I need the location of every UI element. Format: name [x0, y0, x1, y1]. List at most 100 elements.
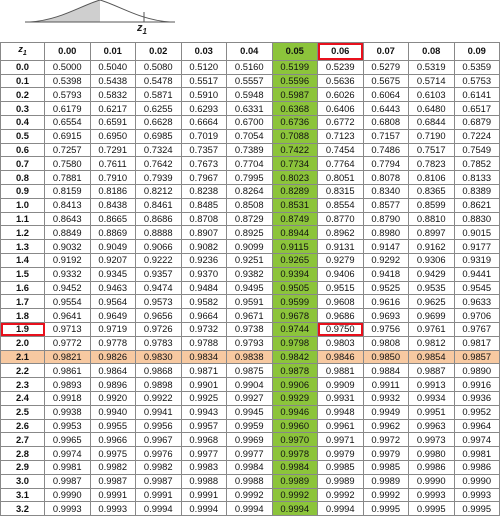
table-cell: 0.9952	[453, 404, 500, 420]
table-cell: 0.9953	[44, 418, 91, 434]
table-cell: 0.8686	[135, 211, 182, 227]
table-cell: 0.9279	[317, 253, 364, 268]
table-cell: 0.9838	[226, 349, 273, 365]
table-cell: 0.9633	[453, 294, 500, 310]
table-cell: 0.6331	[226, 101, 273, 117]
table-row: 2.4 0.9918 0.9920 0.9922 0.9925 0.9927 0.9929 0…	[0, 391, 500, 406]
table-cell: 0.9995	[408, 501, 455, 516]
table-cell: 0.9948	[317, 404, 364, 420]
table-cell: 0.9943	[180, 404, 227, 420]
table-cell: 0.8078	[362, 170, 409, 186]
table-cell: 0.9817	[453, 335, 500, 351]
table-cell: 0.8289	[271, 184, 318, 199]
table-cell: 0.5596	[271, 73, 318, 89]
row-label: 1.6	[0, 280, 45, 296]
table-cell: 0.9982	[135, 459, 182, 475]
table-cell: 0.9803	[317, 335, 364, 351]
table-cell: 0.7734	[271, 156, 318, 172]
table-cell: 0.5120	[180, 59, 227, 75]
table-cell: 0.9927	[226, 391, 273, 406]
table-row: 0.5 0.6915 0.6950 0.6985 0.7019 0.7054 0.7088 0…	[0, 128, 500, 144]
table-cell: 0.9982	[89, 459, 136, 475]
table-cell: 0.8810	[408, 211, 455, 227]
table-cell: 0.6064	[362, 87, 409, 103]
table-row: 2.7 0.9965 0.9966 0.9967 0.9968 0.9969 0.9970 0…	[0, 432, 500, 448]
table-cell: 0.9778	[89, 335, 136, 351]
table-cell: 0.9968	[180, 432, 227, 448]
table-cell: 0.7549	[453, 142, 500, 158]
row-label: 2.2	[0, 363, 45, 379]
table-row: 2.8 0.9974 0.9975 0.9976 0.9977 0.9977 0.9978 0…	[0, 446, 500, 461]
row-label: 0.0	[0, 59, 45, 75]
table-cell: 0.9987	[89, 473, 136, 489]
table-cell: 0.9976	[135, 446, 182, 461]
column-header: 0.02	[135, 42, 182, 61]
corner-label-sub: 1	[22, 49, 27, 57]
table-row: 0.3 0.6179 0.6217 0.6255 0.6293 0.6331 0.6368 0…	[0, 101, 500, 117]
table-cell: 0.7704	[226, 156, 273, 172]
table-cell: 0.9949	[362, 404, 409, 420]
table-cell: 0.8997	[408, 225, 455, 241]
table-cell: 0.9582	[180, 294, 227, 310]
table-cell: 0.9881	[317, 363, 364, 379]
column-header-highlighted: 0.05	[271, 42, 318, 61]
table-row: 1.3 0.9032 0.9049 0.9066 0.9082 0.9099 0.9115 0…	[0, 239, 500, 255]
table-cell: 0.8238	[180, 184, 227, 199]
table-cell: 0.7910	[89, 170, 136, 186]
row-label: 0.7	[0, 156, 45, 172]
table-cell: 0.9994	[180, 501, 227, 516]
table-cell: 0.9938	[44, 404, 91, 420]
table-cell: 0.9573	[135, 294, 182, 310]
table-cell: 0.9985	[317, 459, 364, 475]
table-cell: 0.9995	[453, 501, 500, 516]
normal-curve-figure	[25, 0, 175, 23]
table-cell: 0.9970	[271, 432, 318, 448]
table-cell: 0.8023	[271, 170, 318, 186]
table-cell: 0.9901	[180, 377, 227, 392]
table-cell: 0.9418	[362, 266, 409, 282]
table-cell: 0.6985	[135, 128, 182, 144]
table-cell: 0.6480	[408, 101, 455, 117]
table-cell: 0.9015	[453, 225, 500, 241]
table-cell: 0.5080	[135, 59, 182, 75]
row-label: 2.0	[0, 335, 45, 351]
table-cell: 0.9265	[271, 253, 318, 268]
table-cell: 0.9788	[180, 335, 227, 351]
row-label: 2.4	[0, 391, 45, 406]
table-cell: 0.9382	[226, 266, 273, 282]
table-cell: 0.7088	[271, 128, 318, 144]
table-cell: 0.9370	[180, 266, 227, 282]
table-cell: 0.9959	[226, 418, 273, 434]
table-cell: 0.9406	[317, 266, 364, 282]
table-cell: 0.9967	[135, 432, 182, 448]
table-cell: 0.9821	[44, 349, 91, 365]
table-cell: 0.9978	[271, 446, 318, 461]
table-cell: 0.7019	[180, 128, 227, 144]
table-cell: 0.7642	[135, 156, 182, 172]
table-cell: 0.9960	[271, 418, 318, 434]
table-cell: 0.9719	[89, 322, 136, 337]
table-cell: 0.9798	[271, 335, 318, 351]
table-row: 1.9 0.9713 0.9719 0.9726 0.9732 0.9738 0.9744 0…	[0, 322, 500, 337]
table-cell: 0.9974	[453, 432, 500, 448]
column-header: 0.07	[362, 42, 409, 61]
row-label: 0.9	[0, 184, 45, 199]
table-cell: 0.9032	[44, 239, 91, 255]
table-cell: 0.9918	[44, 391, 91, 406]
table-row: 1.4 0.9192 0.9207 0.9222 0.9236 0.9251 0.9265 0…	[0, 253, 500, 268]
table-cell: 0.7157	[362, 128, 409, 144]
table-cell: 0.9554	[44, 294, 91, 310]
table-cell: 0.9664	[180, 308, 227, 324]
table-cell: 0.9969	[226, 432, 273, 448]
table-cell: 0.6217	[89, 101, 136, 117]
table-cell: 0.9955	[89, 418, 136, 434]
table-cell: 0.9974	[44, 446, 91, 461]
table-cell: 0.9945	[226, 404, 273, 420]
table-cell: 0.8980	[362, 225, 409, 241]
table-cell: 0.9564	[89, 294, 136, 310]
table-cell: 0.6915	[44, 128, 91, 144]
z-table: z1 0.00 0.01 0.02 0.03 0.04 0.05 0.06 0.…	[0, 42, 500, 516]
row-label: 1.5	[0, 266, 45, 282]
table-cell: 0.8554	[317, 197, 364, 213]
table-cell: 0.9535	[408, 280, 455, 296]
